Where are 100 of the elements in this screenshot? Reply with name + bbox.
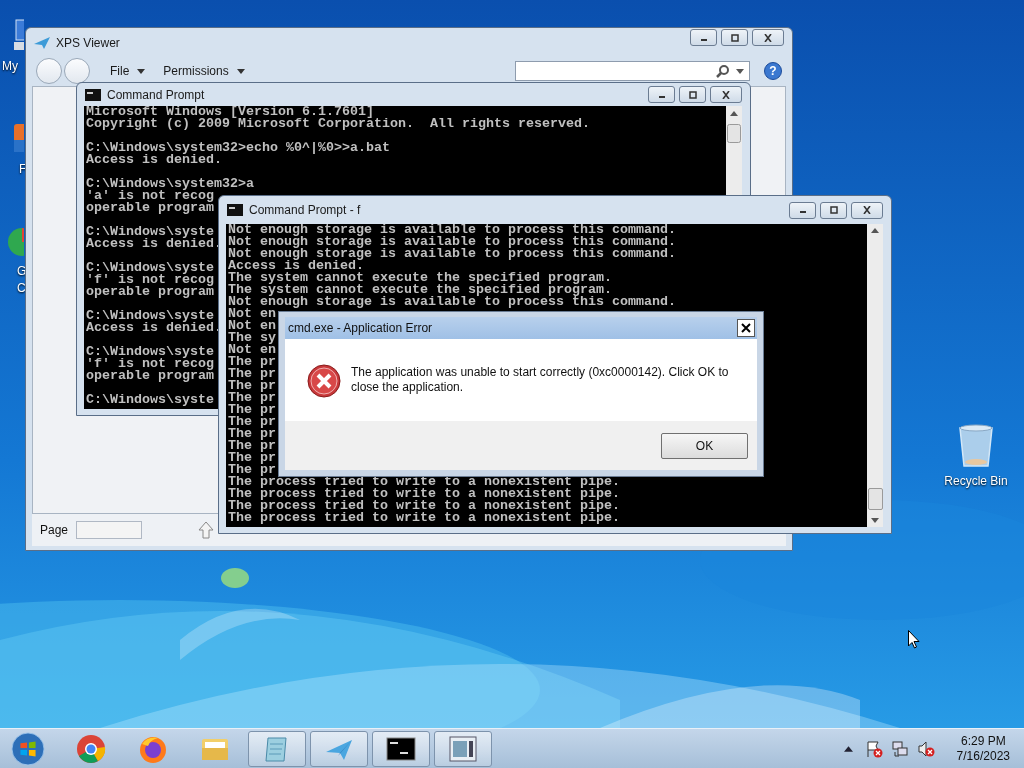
close-button[interactable] [710, 86, 742, 103]
window-icon [448, 733, 478, 764]
down-arrow-icon[interactable] [871, 518, 879, 523]
maximize-button[interactable] [721, 29, 748, 46]
console-line: C:\Windows\syste [86, 346, 214, 358]
icon-label: Recycle Bin [944, 474, 1008, 488]
chrome-icon [76, 733, 106, 764]
page-field[interactable] [76, 521, 143, 539]
taskbar-button[interactable] [434, 730, 492, 767]
console-line: Copyright (c) 2009 Microsoft Corporation. All rights reserved. [86, 118, 590, 130]
console-line: C:\Windows\syste [86, 394, 214, 406]
window-title: Command Prompt [107, 87, 205, 102]
console-line: Not enough storage is available to process this command. [228, 296, 676, 308]
scrollbar-thumb[interactable] [867, 488, 883, 510]
icon-label: My [2, 58, 18, 75]
flag-icon[interactable] [864, 739, 883, 758]
search-field[interactable] [515, 61, 750, 81]
console-line: Access is denied. [86, 154, 222, 166]
console-icon [227, 204, 243, 216]
console-line: The process tried to write to a nonexistent pipe. [228, 488, 620, 500]
console-line: operable program [86, 370, 214, 382]
close-icon [862, 206, 872, 214]
console-line: C:\Windows\system32>a [86, 178, 254, 190]
console-line: The pr [228, 428, 276, 440]
console-line: Access is denied. [86, 322, 222, 334]
maximize-icon [828, 206, 839, 214]
maximize-button[interactable] [820, 201, 847, 219]
menu-button[interactable]: Permissions [157, 64, 251, 78]
icon-label: C [17, 280, 27, 297]
speaker-muted-icon[interactable] [916, 739, 935, 758]
console-line: The process tried to write to a nonexistent pipe. [228, 500, 620, 512]
error-icon [307, 364, 341, 398]
console-line: Not en [228, 344, 276, 356]
console-line: The process tried to write to a nonexistent pipe. [228, 512, 620, 524]
paper-plane-icon [34, 37, 50, 49]
console-line: The pr [228, 380, 276, 392]
console-line: 'f' is not recog [86, 274, 214, 286]
minimize-button[interactable] [648, 86, 675, 103]
error-message: The application was unable to start correctly (0xc0000142). Click OK to close the application. [351, 365, 730, 395]
taskbar-button[interactable] [372, 730, 430, 767]
console-line: Not en [228, 320, 276, 332]
console-line: The pr [228, 392, 276, 404]
icon-label: G [17, 263, 27, 280]
console-line: Not enough storage is available to process this command. [228, 224, 676, 236]
console-line: The system cannot execute the specified program. [228, 284, 612, 296]
ok-button[interactable]: OK [661, 432, 748, 459]
console-line: The process tried to write to a nonexistent pipe. [228, 476, 620, 488]
console-line: C:\Windows\syste [86, 310, 214, 322]
console-line: Access is denied. [86, 238, 222, 250]
console-line: The pr [228, 440, 276, 452]
console-line: The pr [228, 464, 276, 476]
caret-icon [236, 68, 245, 74]
dialog-title: cmd.exe - Application Error [288, 321, 433, 335]
console-line: The pr [228, 356, 276, 368]
menu-button[interactable]: File [104, 64, 152, 78]
console-line: 'f' is not recog [86, 358, 214, 370]
window-title: XPS Viewer [56, 36, 120, 50]
console-line: The system cannot execute the specified program. [228, 272, 612, 284]
console-line: Not enough storage is available to process this command. [228, 248, 676, 260]
up-arrow-icon[interactable] [871, 228, 879, 233]
cursor-icon [908, 630, 920, 649]
console-line: 'a' is not recog [86, 190, 214, 202]
help-button[interactable]: ? [764, 62, 782, 80]
close-button[interactable] [752, 29, 784, 46]
console-line: operable program [86, 202, 214, 214]
network-icon[interactable] [890, 739, 909, 758]
caret-icon [736, 68, 744, 74]
close-icon [721, 90, 731, 99]
clock-time[interactable]: 6:29 PM [960, 733, 1006, 749]
scrollbar[interactable] [867, 224, 883, 527]
console-line: operable program [86, 286, 214, 298]
window-title: Command Prompt - f [249, 203, 361, 217]
close-button[interactable] [851, 201, 883, 219]
console-line: C:\Windows\system32>echo %0^|%0>>a.bat [86, 142, 390, 154]
minimize-button[interactable] [690, 29, 717, 46]
show-hidden-icons-icon[interactable] [843, 745, 853, 752]
console-icon [85, 88, 101, 101]
caret-icon [137, 68, 146, 74]
close-button[interactable] [737, 319, 755, 337]
clock-date[interactable]: 7/16/2023 [956, 748, 1010, 764]
console-line: The pr [228, 368, 276, 380]
close-icon [741, 323, 751, 333]
maximize-icon [687, 90, 698, 99]
console-line: C:\Windows\syste [86, 226, 214, 238]
console-line: The pr [228, 416, 276, 428]
console-line: The pr [228, 404, 276, 416]
maximize-button[interactable] [679, 86, 706, 103]
windows-logo-icon [11, 731, 45, 766]
page-label: Page [40, 523, 69, 537]
console-line: Not en [228, 308, 276, 320]
close-icon [763, 33, 773, 42]
trash-bin-icon[interactable] [956, 422, 996, 470]
console-line: C:\Windows\syste [86, 262, 214, 274]
console-line: Access is denied. [228, 260, 364, 272]
console-line: The sy [228, 332, 276, 344]
search-icon [716, 64, 730, 78]
minimize-button[interactable] [789, 201, 816, 219]
console-line: Not enough storage is available to process this command. [228, 236, 676, 248]
maximize-icon [729, 33, 740, 42]
console-line: The pr [228, 452, 276, 464]
